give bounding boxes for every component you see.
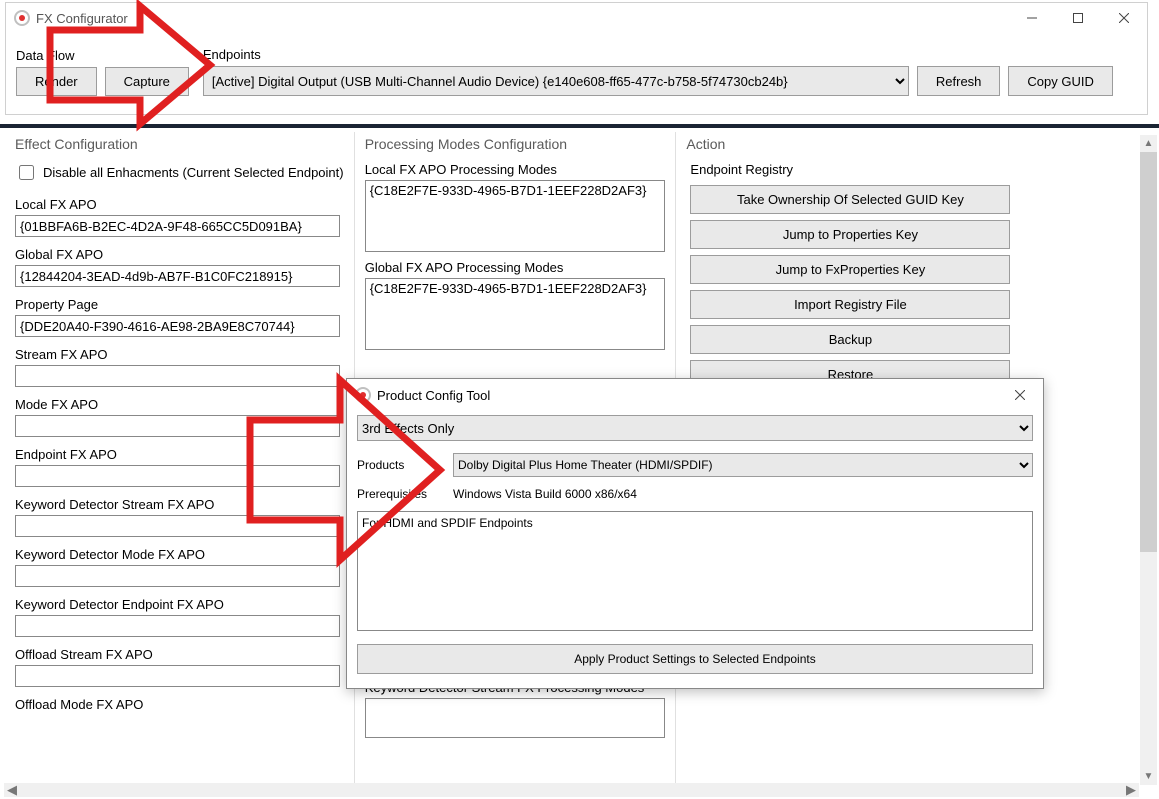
property-page-label: Property Page — [15, 297, 346, 312]
data-flow-group: Data Flow Render Capture — [16, 48, 189, 96]
property-page-input[interactable] — [15, 315, 340, 337]
endpoints-label: Endpoints — [203, 47, 1137, 62]
scroll-left-icon[interactable]: ◀ — [7, 782, 17, 798]
proc-modes-heading: Processing Modes Configuration — [363, 136, 668, 152]
global-proc-modes-label: Global FX APO Processing Modes — [365, 260, 668, 275]
effect-configuration-panel: Effect Configuration Disable all Enhacme… — [5, 132, 354, 784]
local-proc-modes-label: Local FX APO Processing Modes — [365, 162, 668, 177]
close-button[interactable] — [1101, 3, 1147, 33]
global-fx-apo-input[interactable] — [15, 265, 340, 287]
endpoint-fx-apo-label: Endpoint FX APO — [15, 447, 346, 462]
scroll-down-icon[interactable]: ▼ — [1140, 768, 1157, 785]
jump-fxproperties-button[interactable]: Jump to FxProperties Key — [690, 255, 1010, 284]
scroll-right-icon[interactable]: ▶ — [1126, 782, 1136, 798]
endpoints-group: Endpoints [Active] Digital Output (USB M… — [203, 47, 1137, 96]
local-fx-apo-label: Local FX APO — [15, 197, 346, 212]
import-registry-button[interactable]: Import Registry File — [690, 290, 1010, 319]
endpoint-fx-apo-input[interactable] — [15, 465, 340, 487]
data-flow-label: Data Flow — [16, 48, 189, 63]
kwd-endpoint-fx-apo-label: Keyword Detector Endpoint FX APO — [15, 597, 346, 612]
kwd-mode-fx-apo-input[interactable] — [15, 565, 340, 587]
stream-fx-apo-label: Stream FX APO — [15, 347, 346, 362]
window-title: FX Configurator — [36, 11, 128, 26]
endpoint-registry-label: Endpoint Registry — [690, 162, 1147, 177]
disable-enhancements-input[interactable] — [19, 165, 34, 180]
capture-button[interactable]: Capture — [105, 67, 189, 96]
vertical-scrollbar[interactable]: ▲ ▼ — [1140, 135, 1157, 785]
scroll-up-icon[interactable]: ▲ — [1140, 135, 1157, 152]
horizontal-scrollbar[interactable]: ◀ ▶ — [4, 783, 1139, 797]
modal-titlebar: Product Config Tool — [347, 379, 1043, 411]
kwd-mode-fx-apo-label: Keyword Detector Mode FX APO — [15, 547, 346, 562]
kwd-stream-proc-modes-input[interactable] — [365, 698, 665, 738]
prerequisites-value: Windows Vista Build 6000 x86/x64 — [453, 487, 637, 501]
local-proc-modes-input[interactable]: {C18E2F7E-933D-4965-B7D1-1EEF228D2AF3} — [365, 180, 665, 252]
copy-guid-button[interactable]: Copy GUID — [1008, 66, 1112, 96]
mode-fx-apo-input[interactable] — [15, 415, 340, 437]
effects-mode-select[interactable]: 3rd Effects Only — [357, 415, 1033, 441]
maximize-button[interactable] — [1055, 3, 1101, 33]
fx-configurator-window: FX Configurator Data Flow Render Capture… — [5, 2, 1148, 115]
global-proc-modes-input[interactable]: {C18E2F7E-933D-4965-B7D1-1EEF228D2AF3} — [365, 278, 665, 350]
kwd-stream-fx-apo-label: Keyword Detector Stream FX APO — [15, 497, 346, 512]
stream-fx-apo-input[interactable] — [15, 365, 340, 387]
global-fx-apo-label: Global FX APO — [15, 247, 346, 262]
products-label: Products — [357, 458, 433, 472]
disable-enhancements-checkbox[interactable]: Disable all Enhacments (Current Selected… — [15, 162, 346, 183]
modal-title: Product Config Tool — [377, 388, 490, 403]
backup-button[interactable]: Backup — [690, 325, 1010, 354]
products-select[interactable]: Dolby Digital Plus Home Theater (HDMI/SP… — [453, 453, 1033, 477]
local-fx-apo-input[interactable] — [15, 215, 340, 237]
action-heading: Action — [684, 136, 1147, 152]
kwd-endpoint-fx-apo-input[interactable] — [15, 615, 340, 637]
minimize-button[interactable] — [1009, 3, 1055, 33]
offload-stream-fx-apo-label: Offload Stream FX APO — [15, 647, 346, 662]
main-titlebar: FX Configurator — [6, 3, 1147, 33]
toolbar: Data Flow Render Capture Endpoints [Acti… — [6, 33, 1147, 114]
take-ownership-button[interactable]: Take Ownership Of Selected GUID Key — [690, 185, 1010, 214]
mode-fx-apo-label: Mode FX APO — [15, 397, 346, 412]
prerequisites-label: Prerequisites — [357, 487, 433, 501]
product-config-tool-window: Product Config Tool 3rd Effects Only Pro… — [346, 378, 1044, 689]
product-description[interactable]: For HDMI and SPDIF Endpoints — [357, 511, 1033, 631]
kwd-stream-fx-apo-input[interactable] — [15, 515, 340, 537]
scroll-thumb[interactable] — [1140, 152, 1157, 552]
apply-product-settings-button[interactable]: Apply Product Settings to Selected Endpo… — [357, 644, 1033, 674]
offload-mode-fx-apo-label: Offload Mode FX APO — [15, 697, 346, 712]
offload-stream-fx-apo-input[interactable] — [15, 665, 340, 687]
render-button[interactable]: Render — [16, 67, 97, 96]
refresh-button[interactable]: Refresh — [917, 66, 1001, 96]
modal-app-icon — [355, 387, 371, 403]
effect-config-heading: Effect Configuration — [13, 136, 346, 152]
endpoints-select[interactable]: [Active] Digital Output (USB Multi-Chann… — [203, 66, 909, 96]
app-icon — [14, 10, 30, 26]
jump-properties-button[interactable]: Jump to Properties Key — [690, 220, 1010, 249]
modal-close-button[interactable] — [997, 380, 1043, 410]
